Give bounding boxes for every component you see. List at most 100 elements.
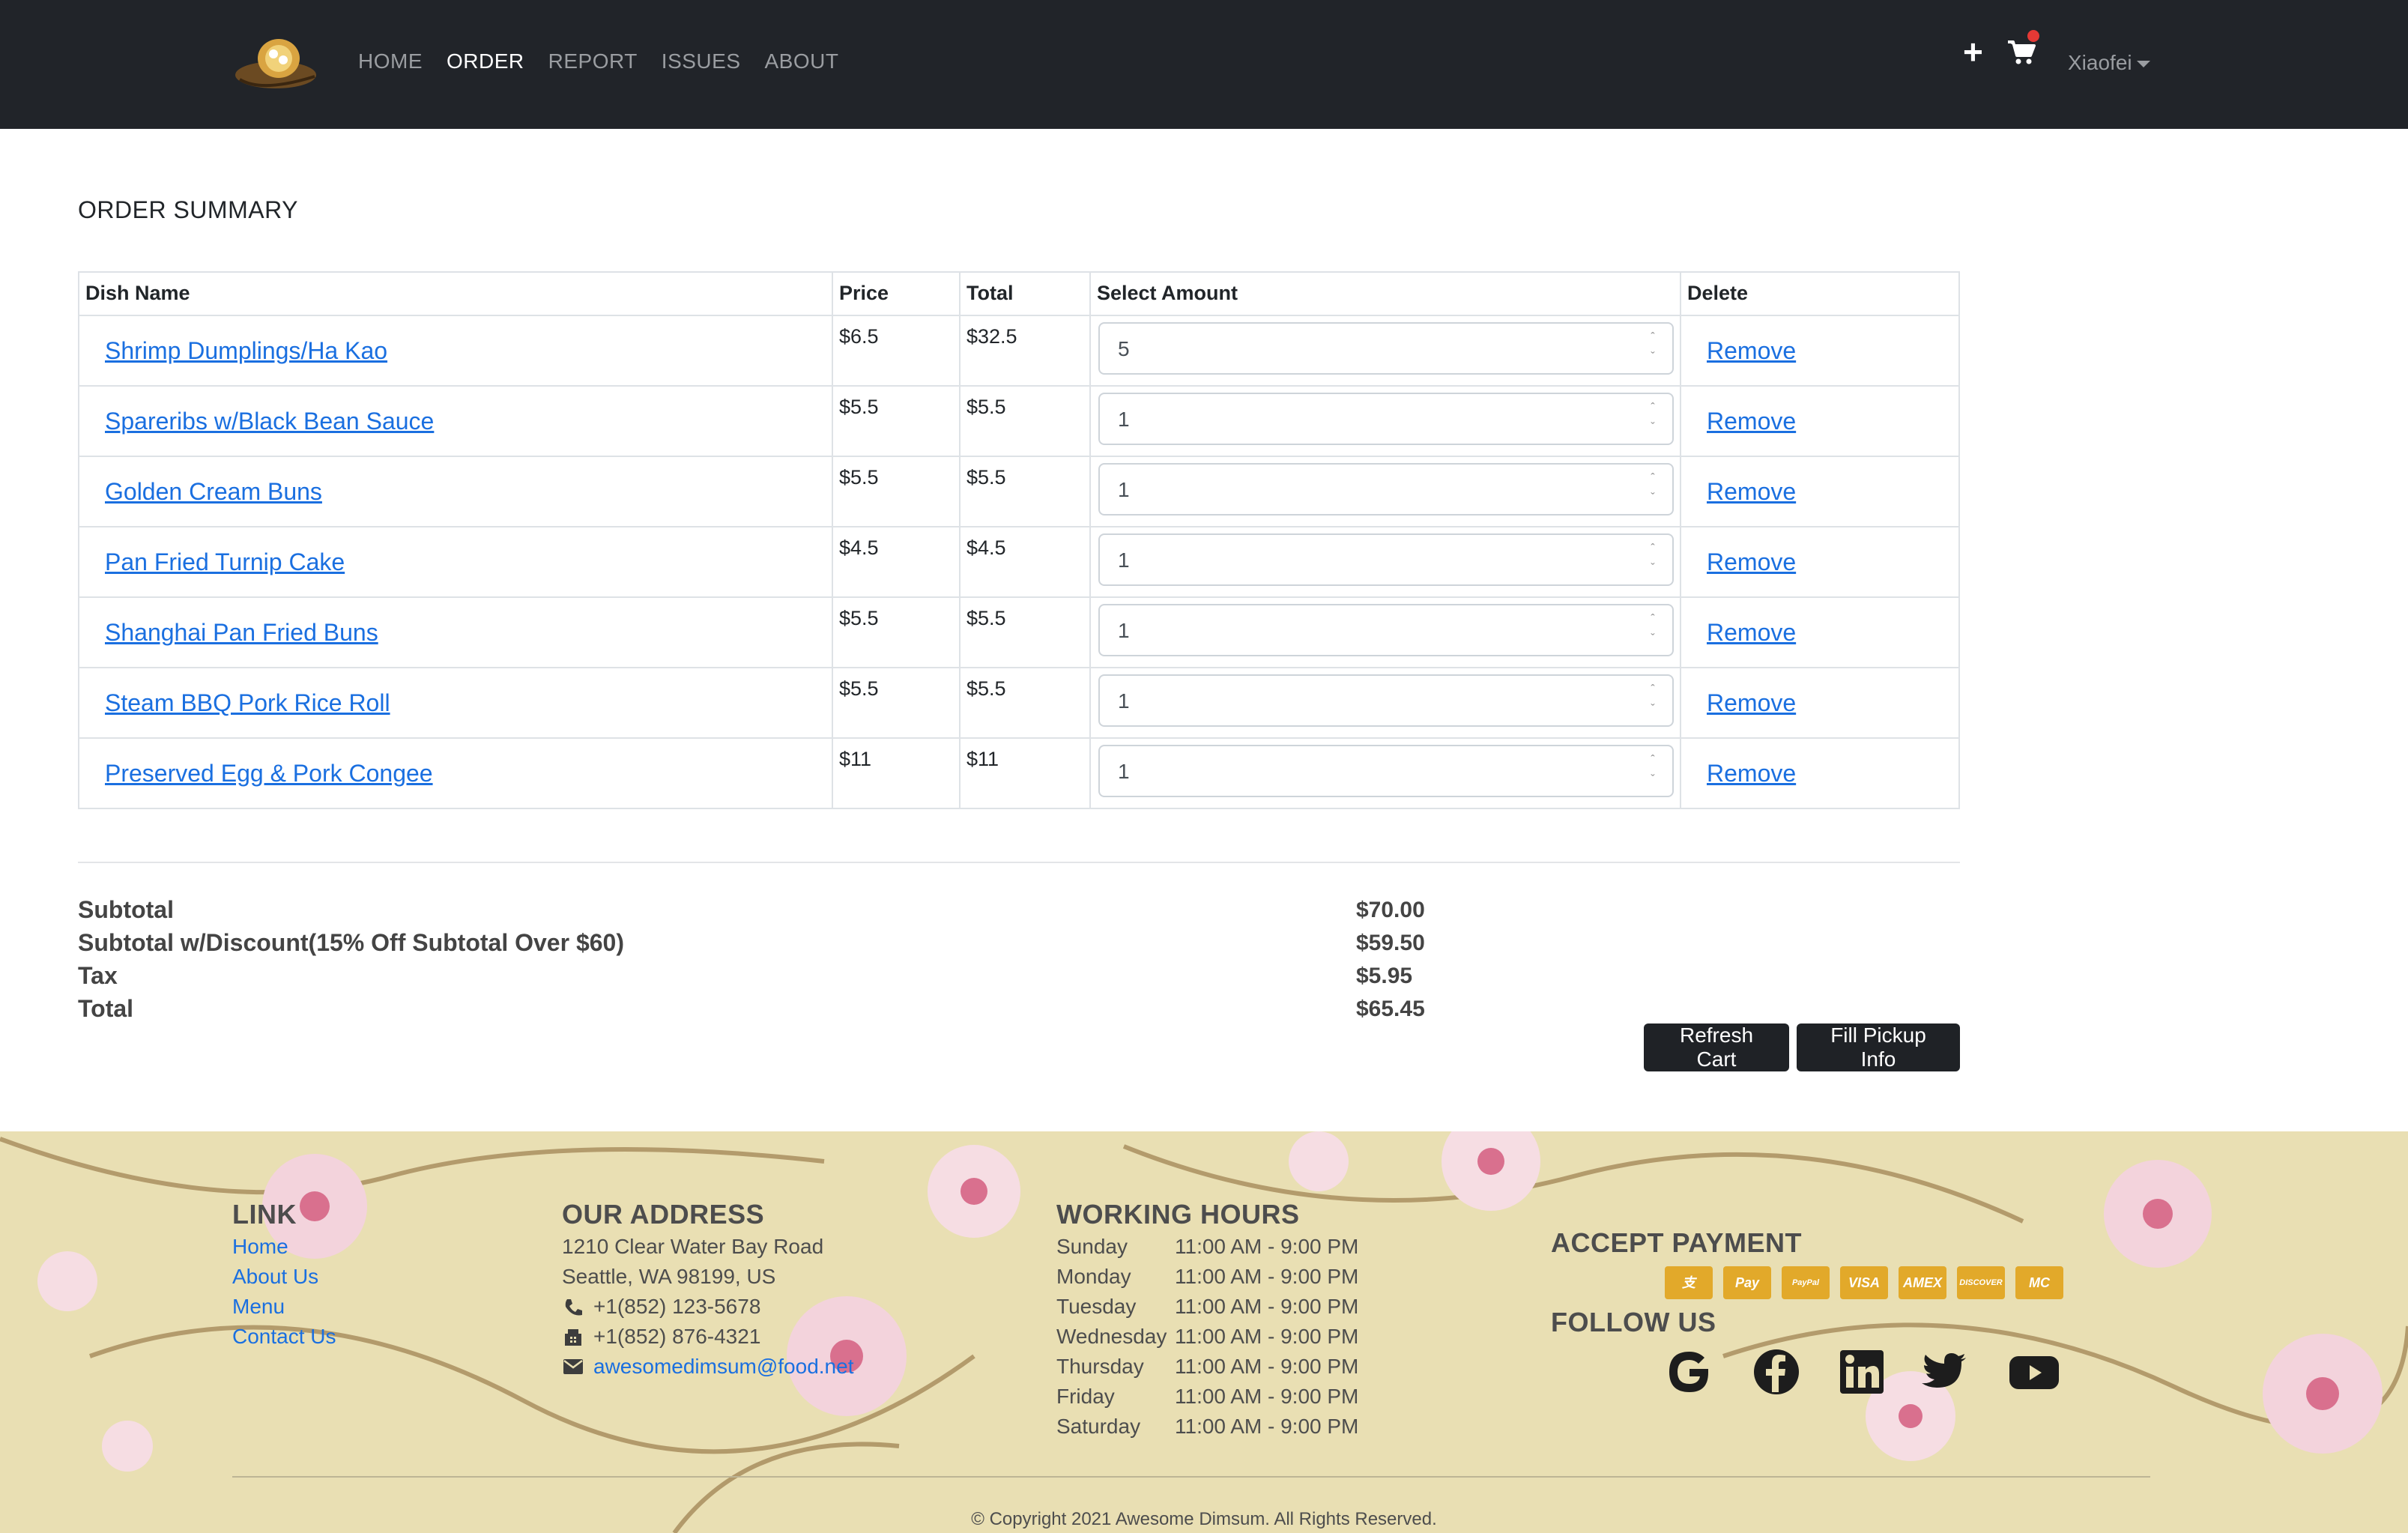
total-cell: $4.5	[959, 526, 1091, 598]
copyright-text: © Copyright 2021 Awesome Dimsum. All Rig…	[971, 1509, 1437, 1529]
delete-cell: Remove	[1680, 315, 1960, 387]
quantity-input[interactable]	[1118, 688, 1567, 715]
amount-cell: ˆˇ	[1089, 315, 1681, 387]
subtotal-label: Subtotal	[78, 896, 174, 923]
cart-icon[interactable]	[2006, 39, 2036, 66]
spinner-arrows-icon[interactable]: ˆˇ	[1645, 610, 1660, 652]
quantity-stepper[interactable]: ˆˇ	[1098, 604, 1674, 656]
discover-icon: DISCOVER	[1957, 1266, 2005, 1299]
top-navbar: HOME ORDER REPORT ISSUES ABOUT + Xiaofei	[0, 0, 2408, 129]
nav-about[interactable]: ABOUT	[765, 49, 839, 73]
nav-report[interactable]: REPORT	[548, 49, 638, 73]
chevron-down-icon	[2136, 61, 2150, 68]
table-row: Steam BBQ Pork Rice Roll $5.5$5.5 ˆˇ Remove	[78, 667, 1960, 739]
quantity-input[interactable]	[1118, 547, 1567, 574]
dish-name-cell: Shanghai Pan Fried Buns	[78, 596, 833, 668]
remove-link[interactable]: Remove	[1707, 548, 1796, 576]
order-table: Dish Name Price Total Select Amount Dele…	[78, 271, 1960, 809]
hours-day: Wednesday	[1056, 1325, 1167, 1348]
email-link[interactable]: awesomedimsum@food.net	[593, 1355, 853, 1379]
quantity-input[interactable]	[1118, 477, 1567, 504]
quantity-stepper[interactable]: ˆˇ	[1098, 745, 1674, 797]
header-select-amount: Select Amount	[1089, 271, 1681, 316]
quantity-stepper[interactable]: ˆˇ	[1098, 533, 1674, 586]
quantity-stepper[interactable]: ˆˇ	[1098, 674, 1674, 727]
table-row: Spareribs w/Black Bean Sauce $5.5$5.5 ˆˇ Re…	[78, 385, 1960, 457]
header-delete: Delete	[1680, 271, 1960, 316]
spinner-arrows-icon[interactable]: ˆˇ	[1645, 539, 1660, 581]
user-dropdown[interactable]: Xiaofei	[2068, 51, 2150, 75]
price-cell: $5.5	[832, 385, 961, 457]
amount-cell: ˆˇ	[1089, 737, 1681, 809]
quantity-input[interactable]	[1118, 617, 1567, 644]
spinner-arrows-icon[interactable]: ˆˇ	[1645, 399, 1660, 441]
logo-icon[interactable]	[232, 33, 321, 94]
total-cell: $5.5	[959, 456, 1091, 527]
remove-link[interactable]: Remove	[1707, 760, 1796, 787]
fill-pickup-info-button[interactable]: Fill Pickup Info	[1797, 1023, 1960, 1071]
follow-heading: FOLLOW US	[1551, 1307, 1716, 1337]
add-plus-icon[interactable]: +	[1963, 34, 1983, 69]
dish-name-cell: Preserved Egg & Pork Congee	[78, 737, 833, 809]
phone-number: +1(852) 123-5678	[593, 1295, 761, 1318]
dish-link[interactable]: Steam BBQ Pork Rice Roll	[105, 689, 390, 717]
dish-link[interactable]: Preserved Egg & Pork Congee	[105, 760, 433, 787]
spinner-arrows-icon[interactable]: ˆˇ	[1645, 328, 1660, 370]
hours-day: Saturday	[1056, 1415, 1141, 1438]
spinner-arrows-icon[interactable]: ˆˇ	[1645, 751, 1660, 793]
dish-name-cell: Golden Cream Buns	[78, 456, 833, 527]
facebook-icon[interactable]	[1750, 1346, 1803, 1398]
youtube-icon[interactable]	[2008, 1346, 2060, 1398]
payment-heading: ACCEPT PAYMENT	[1551, 1227, 1803, 1258]
remove-link[interactable]: Remove	[1707, 478, 1796, 506]
hours-day: Friday	[1056, 1385, 1115, 1408]
phone-icon	[565, 1299, 582, 1316]
footer-link-about-us[interactable]: About Us	[232, 1265, 318, 1289]
quantity-input[interactable]	[1118, 406, 1567, 433]
spinner-arrows-icon[interactable]: ˆˇ	[1645, 680, 1660, 722]
footer-link-menu[interactable]: Menu	[232, 1295, 285, 1319]
quantity-stepper[interactable]: ˆˇ	[1098, 393, 1674, 445]
link-heading: LINK	[232, 1199, 297, 1230]
dish-name-cell: Pan Fried Turnip Cake	[78, 526, 833, 598]
amount-cell: ˆˇ	[1089, 526, 1681, 598]
nav-order[interactable]: ORDER	[447, 49, 524, 73]
paypal-icon: PayPal	[1782, 1266, 1830, 1299]
spinner-arrows-icon[interactable]: ˆˇ	[1645, 469, 1660, 511]
linkedin-icon[interactable]	[1836, 1346, 1888, 1398]
remove-link[interactable]: Remove	[1707, 689, 1796, 717]
alipay-icon: 支	[1665, 1266, 1713, 1299]
quantity-input[interactable]	[1118, 758, 1567, 785]
total-cell: $5.5	[959, 667, 1091, 739]
nav-home[interactable]: HOME	[358, 49, 423, 73]
dish-link[interactable]: Spareribs w/Black Bean Sauce	[105, 408, 434, 435]
table-header-row: Dish Name Price Total Select Amount Dele…	[78, 271, 1960, 316]
remove-link[interactable]: Remove	[1707, 408, 1796, 435]
dish-link[interactable]: Shrimp Dumplings/Ha Kao	[105, 337, 387, 365]
hours-day: Thursday	[1056, 1355, 1144, 1378]
quantity-stepper[interactable]: ˆˇ	[1098, 463, 1674, 515]
address-line-2: Seattle, WA 98199, US	[562, 1265, 776, 1288]
header-dish-name: Dish Name	[78, 271, 833, 316]
footer-link-home[interactable]: Home	[232, 1235, 288, 1259]
discount-value: $59.50	[1356, 931, 1425, 955]
tax-value: $5.95	[1356, 964, 1413, 988]
footer-divider	[232, 1476, 2150, 1478]
quantity-input[interactable]	[1118, 336, 1567, 363]
dish-link[interactable]: Pan Fried Turnip Cake	[105, 548, 345, 576]
price-cell: $5.5	[832, 667, 961, 739]
dish-link[interactable]: Shanghai Pan Fried Buns	[105, 619, 378, 647]
google-icon[interactable]	[1663, 1346, 1716, 1398]
delete-cell: Remove	[1680, 737, 1960, 809]
remove-link[interactable]: Remove	[1707, 619, 1796, 647]
mastercard-icon: MC	[2015, 1266, 2063, 1299]
twitter-icon[interactable]	[1918, 1346, 1970, 1398]
footer-link-contact-us[interactable]: Contact Us	[232, 1325, 336, 1349]
user-name: Xiaofei	[2068, 51, 2132, 74]
nav-issues[interactable]: ISSUES	[662, 49, 741, 73]
quantity-stepper[interactable]: ˆˇ	[1098, 322, 1674, 375]
remove-link[interactable]: Remove	[1707, 337, 1796, 365]
dish-link[interactable]: Golden Cream Buns	[105, 478, 322, 506]
total-value: $65.45	[1356, 997, 1425, 1021]
refresh-cart-button[interactable]: Refresh Cart	[1644, 1023, 1789, 1071]
